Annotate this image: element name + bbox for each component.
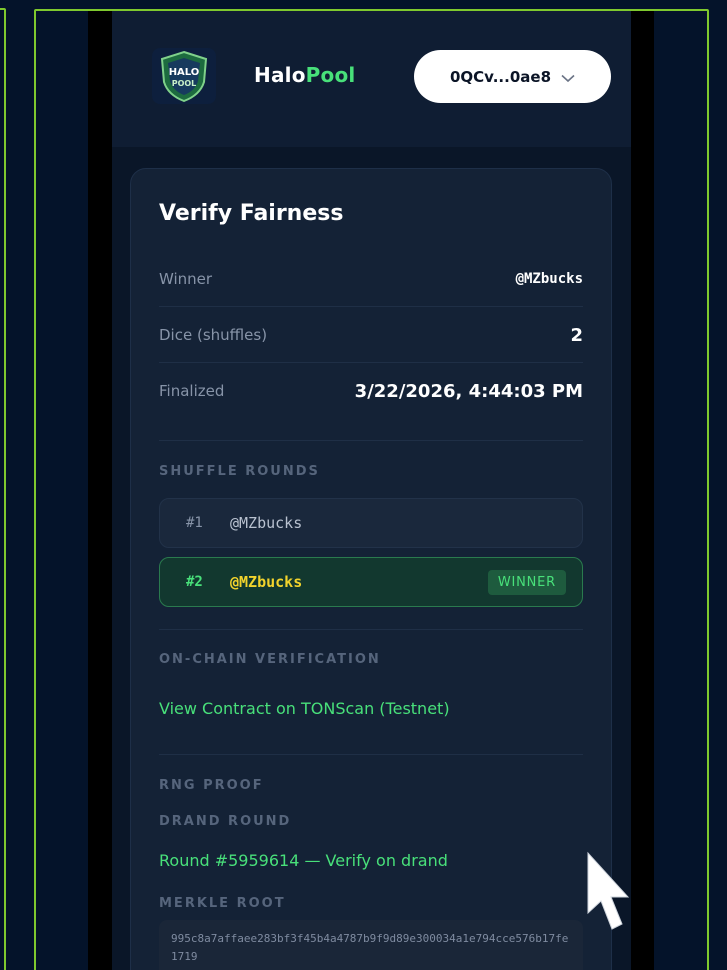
divider (159, 754, 583, 755)
merkle-root-heading: MERKLE ROOT (159, 896, 286, 911)
wallet-button[interactable]: 0QCv...0ae8 (414, 50, 611, 103)
detail-row-winner: Winner @MZbucks (159, 251, 583, 307)
detail-label: Dice (shuffles) (159, 326, 268, 344)
divider (159, 629, 583, 630)
onchain-verification-heading: ON-CHAIN VERIFICATION (159, 652, 381, 667)
rng-proof-heading: RNG PROOF (159, 778, 264, 793)
brand-suffix: Pool (305, 63, 356, 87)
brand-name: HaloPool (254, 63, 355, 87)
brand-prefix: Halo (254, 63, 306, 87)
shuffle-rounds-heading: SHUFFLE ROUNDS (159, 464, 320, 479)
drand-round-heading: DRAND ROUND (159, 814, 292, 829)
detail-label: Winner (159, 270, 213, 288)
logo-text-top: HALO (169, 67, 200, 78)
mouse-pointer-icon (584, 851, 634, 939)
round-player: @MZbucks (230, 514, 303, 532)
detail-row-finalized: Finalized 3/22/2026, 4:44:03 PM (159, 363, 583, 419)
round-item: #1 @MZbucks (159, 498, 583, 548)
merkle-root-value: 995c8a7affaee283bf3f45b4a4787b9f9d89e300… (159, 920, 583, 970)
drand-round-link[interactable]: Round #5959614 — Verify on drand (159, 851, 448, 870)
detail-label: Finalized (159, 382, 225, 400)
round-item-winner: #2 @MZbucks WINNER (159, 557, 583, 607)
detail-row-dice: Dice (shuffles) 2 (159, 307, 583, 363)
round-player: @MZbucks (230, 573, 303, 591)
verify-fairness-card: Verify Fairness Winner @MZbucks Dice (sh… (130, 168, 612, 970)
round-number: #2 (186, 574, 203, 590)
divider (159, 440, 583, 441)
winner-badge: WINNER (487, 570, 566, 595)
tonscan-contract-link[interactable]: View Contract on TONScan (Testnet) (159, 699, 450, 718)
dice-value: 2 (570, 324, 583, 346)
chevron-down-icon (561, 69, 575, 87)
card-title: Verify Fairness (159, 201, 344, 226)
wallet-address: 0QCv...0ae8 (449, 67, 551, 86)
winner-value: @MZbucks (515, 271, 583, 287)
app-header: HALO POOL HaloPool 0QCv...0ae8 (112, 11, 631, 147)
app-viewport: HALO POOL HaloPool 0QCv...0ae8 Verify Fa… (112, 11, 631, 970)
halo-pool-shield-icon[interactable]: HALO POOL (152, 48, 216, 104)
finalized-value: 3/22/2026, 4:44:03 PM (354, 380, 583, 402)
screen: HALO POOL HaloPool 0QCv...0ae8 Verify Fa… (0, 0, 727, 970)
round-number: #1 (186, 515, 203, 531)
left-panel-frame (0, 8, 6, 970)
logo-text-bottom: POOL (172, 79, 197, 88)
